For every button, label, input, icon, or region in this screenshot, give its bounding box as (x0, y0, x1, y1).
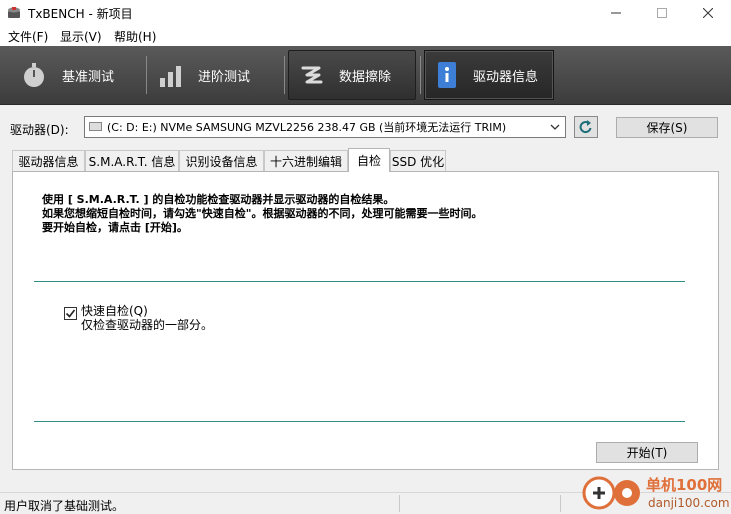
drive-label: 驱动器(D): (10, 123, 69, 137)
window-title: TxBENCH - 新项目 (28, 7, 133, 21)
tab-drive-info[interactable]: 驱动器信息 (12, 150, 85, 171)
tab-hex-edit[interactable]: 十六进制编辑 (264, 150, 348, 171)
erase-icon (301, 66, 323, 84)
minimize-icon (611, 12, 621, 14)
tab-self-test[interactable]: 自检 (348, 148, 390, 172)
app-icon (8, 7, 20, 18)
tab-ssd-optimize[interactable]: SSD 优化 (390, 150, 446, 171)
drive-select-value: (C: D: E:) NVMe SAMSUNG MZVL2256 238.47 … (107, 121, 507, 134)
close-icon (703, 8, 713, 18)
drive-icon (89, 122, 102, 131)
status-separator (399, 495, 400, 512)
toolbar: 基准测试 进阶测试 数据擦除 驱动器信息 (0, 46, 731, 105)
quick-test-checkbox[interactable] (64, 307, 77, 320)
start-button[interactable]: 开始(T) (596, 442, 698, 463)
watermark-logo (582, 476, 640, 510)
toolbar-advanced-label: 进阶测试 (198, 69, 251, 85)
refresh-icon (579, 120, 592, 134)
watermark-site-url: danji100.com (648, 496, 730, 510)
toolbar-advanced-button[interactable]: 进阶测试 (158, 50, 280, 100)
save-button[interactable]: 保存(S) (616, 117, 718, 138)
chevron-down-icon (550, 124, 560, 130)
maximize-icon (657, 8, 667, 18)
stopwatch-icon (24, 63, 44, 87)
self-test-desc-line3: 要开始自检，请点击 [开始]。 (42, 221, 188, 234)
maximize-button[interactable] (639, 0, 685, 26)
status-separator (560, 495, 561, 512)
quick-test-description: 仅检查驱动器的一部分。 (81, 318, 214, 332)
minimize-button[interactable] (593, 0, 639, 26)
menu-help[interactable]: 帮助(H) (114, 28, 156, 45)
menu-file[interactable]: 文件(F) (8, 28, 48, 45)
menu-bar: 文件(F) 显示(V) 帮助(H) (0, 26, 731, 46)
drive-select[interactable]: (C: D: E:) NVMe SAMSUNG MZVL2256 238.47 … (84, 116, 566, 138)
menu-view[interactable]: 显示(V) (60, 28, 102, 45)
refresh-button[interactable] (574, 116, 598, 138)
tab-identify-info[interactable]: 识别设备信息 (179, 150, 264, 171)
title-bar: TxBENCH - 新项目 (0, 0, 731, 26)
toolbar-drive-info-label: 驱动器信息 (473, 69, 539, 85)
toolbar-benchmark-button[interactable]: 基准测试 (20, 50, 142, 100)
toolbar-separator (420, 56, 421, 94)
toolbar-separator (146, 56, 147, 94)
divider-line (34, 421, 685, 422)
toolbar-erase-label: 数据擦除 (339, 69, 392, 85)
toolbar-drive-info-button[interactable]: 驱动器信息 (424, 50, 554, 100)
drive-info-icon (438, 62, 456, 88)
watermark-site-name: 单机100网 (646, 476, 723, 494)
toolbar-erase-button[interactable]: 数据擦除 (288, 50, 416, 100)
toolbar-separator (284, 56, 285, 94)
bar-chart-icon (160, 66, 181, 87)
divider-line (34, 281, 685, 282)
close-button[interactable] (685, 0, 731, 26)
check-icon (65, 309, 76, 318)
tab-smart-info[interactable]: S.M.A.R.T. 信息 (85, 150, 179, 171)
status-text: 用户取消了基础测试。 (4, 499, 125, 513)
toolbar-benchmark-label: 基准测试 (62, 69, 115, 85)
